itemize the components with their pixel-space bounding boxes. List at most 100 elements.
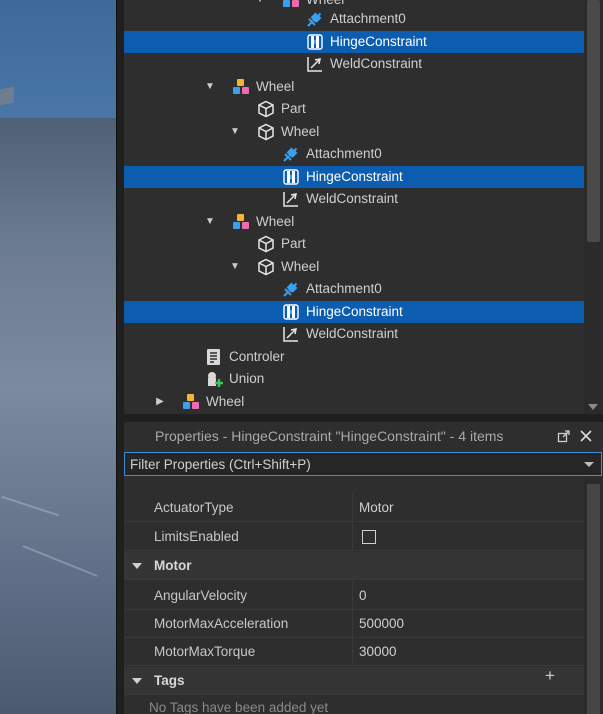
explorer-item[interactable]: HingeConstraint bbox=[124, 166, 584, 188]
property-row[interactable]: MotorMaxTorque 30000 bbox=[124, 638, 584, 666]
hinge-constraint-icon bbox=[282, 303, 300, 321]
explorer-item[interactable]: ▼ Wheel bbox=[124, 121, 584, 143]
model-icon bbox=[182, 393, 200, 411]
hinge-constraint-icon bbox=[282, 168, 300, 186]
category-label: Tags bbox=[154, 673, 185, 688]
explorer-item-label: Attachment0 bbox=[330, 11, 406, 26]
explorer-item[interactable]: Union bbox=[124, 368, 584, 390]
panel-splitter[interactable] bbox=[124, 414, 603, 422]
explorer-item[interactable]: HingeConstraint bbox=[124, 301, 584, 323]
expand-arrow-icon[interactable]: ▼ bbox=[229, 125, 241, 139]
tags-empty-message: No Tags have been added yet bbox=[149, 700, 329, 714]
explorer-item[interactable]: WeldConstraint bbox=[124, 53, 584, 75]
explorer-item[interactable]: Attachment0 bbox=[124, 8, 584, 30]
explorer-item[interactable]: Part bbox=[124, 233, 584, 255]
close-icon[interactable] bbox=[579, 429, 593, 443]
explorer-item-label: Wheel bbox=[206, 394, 245, 409]
expand-arrow-icon[interactable]: ▼ bbox=[204, 80, 216, 94]
property-row[interactable]: AngularVelocity 0 bbox=[124, 582, 584, 610]
property-value[interactable]: 500000 bbox=[359, 616, 404, 631]
explorer-scrollbar-thumb[interactable] bbox=[587, 0, 600, 242]
explorer-panel: ▼ Wheel Attachment0 HingeConstraint WeldCons… bbox=[124, 0, 603, 414]
expand-arrow-icon[interactable]: ▼ bbox=[254, 0, 266, 7]
viewport[interactable] bbox=[0, 0, 116, 714]
column-separator[interactable] bbox=[352, 494, 353, 522]
property-category-tags[interactable]: Tags + bbox=[124, 667, 584, 695]
expand-arrow-icon[interactable]: ▼ bbox=[204, 215, 216, 229]
column-separator[interactable] bbox=[352, 638, 353, 666]
attachment-icon bbox=[282, 280, 300, 298]
explorer-item-label: Union bbox=[229, 371, 265, 386]
filter-properties-input[interactable] bbox=[125, 453, 575, 475]
property-row[interactable]: LimitsEnabled bbox=[124, 523, 584, 551]
chevron-down-icon[interactable] bbox=[132, 678, 142, 684]
explorer-item[interactable]: Attachment0 bbox=[124, 278, 584, 300]
explorer-item[interactable]: ▼ Wheel bbox=[124, 256, 584, 278]
explorer-scrollbar[interactable] bbox=[584, 0, 603, 414]
explorer-item-label: Wheel bbox=[256, 79, 295, 94]
script-icon bbox=[205, 348, 223, 366]
scroll-down-arrow-icon[interactable] bbox=[588, 404, 598, 410]
property-row[interactable]: MotorMaxAcceleration 500000 bbox=[124, 610, 584, 638]
explorer-item-label: Wheel bbox=[281, 124, 320, 139]
expand-arrow-icon[interactable]: ▼ bbox=[229, 260, 241, 274]
viewport-divider[interactable] bbox=[116, 0, 124, 714]
weld-constraint-icon bbox=[282, 190, 300, 208]
property-name: MotorMaxTorque bbox=[154, 644, 256, 659]
explorer-item-label: Controler bbox=[229, 349, 285, 364]
chevron-down-icon[interactable] bbox=[132, 563, 142, 569]
union-icon bbox=[205, 370, 223, 388]
scene-object[interactable] bbox=[0, 86, 14, 106]
part-icon bbox=[257, 123, 275, 141]
explorer-item-label: Wheel bbox=[306, 0, 344, 8]
explorer-item[interactable]: WeldConstraint bbox=[124, 188, 584, 210]
explorer-item-label: Attachment0 bbox=[306, 146, 382, 161]
property-name: MotorMaxAcceleration bbox=[154, 616, 289, 631]
attachment-icon bbox=[282, 145, 300, 163]
model-icon bbox=[232, 213, 250, 231]
hinge-constraint-icon bbox=[306, 33, 324, 51]
explorer-item[interactable]: HingeConstraint bbox=[124, 31, 584, 53]
part-icon bbox=[257, 235, 275, 253]
explorer-item-label: Part bbox=[281, 236, 306, 251]
explorer-item[interactable]: Part bbox=[124, 98, 584, 120]
property-value[interactable]: 0 bbox=[359, 588, 367, 603]
properties-grid: ActuatorType Motor LimitsEnabled Motor Angul… bbox=[124, 478, 603, 714]
filter-properties[interactable] bbox=[124, 452, 602, 476]
collapse-arrow-icon[interactable]: ▶ bbox=[154, 395, 166, 409]
model-icon bbox=[232, 78, 250, 96]
property-name: AngularVelocity bbox=[154, 588, 248, 603]
explorer-item-label: Part bbox=[281, 101, 306, 116]
explorer-item[interactable]: WeldConstraint bbox=[124, 323, 584, 345]
properties-scrollbar-thumb[interactable] bbox=[587, 484, 600, 714]
weld-constraint-icon bbox=[282, 325, 300, 343]
add-tag-plus-icon[interactable]: + bbox=[543, 667, 557, 684]
attachment-icon bbox=[306, 10, 324, 28]
property-name: LimitsEnabled bbox=[154, 529, 239, 544]
properties-header: Properties - HingeConstraint "HingeConst… bbox=[124, 422, 603, 450]
undock-icon[interactable] bbox=[557, 429, 571, 443]
explorer-item[interactable]: ▼ Wheel bbox=[124, 211, 584, 233]
explorer-item-label: WeldConstraint bbox=[330, 56, 423, 71]
explorer-item-label: Attachment0 bbox=[306, 281, 382, 296]
part-icon bbox=[257, 100, 275, 118]
column-separator[interactable] bbox=[352, 610, 353, 638]
property-value[interactable]: 30000 bbox=[359, 644, 397, 659]
explorer-item[interactable]: ▼ Wheel bbox=[124, 76, 584, 98]
explorer-item[interactable]: Controler bbox=[124, 346, 584, 368]
limits-enabled-checkbox[interactable] bbox=[362, 530, 376, 544]
property-row[interactable]: ActuatorType Motor bbox=[124, 494, 584, 522]
column-separator[interactable] bbox=[352, 582, 353, 610]
explorer-item[interactable]: Attachment0 bbox=[124, 143, 584, 165]
properties-scrollbar[interactable] bbox=[584, 478, 603, 714]
part-icon bbox=[257, 258, 275, 276]
explorer-item-label: Wheel bbox=[256, 214, 295, 229]
explorer-item-label: Wheel bbox=[281, 259, 320, 274]
chevron-down-icon[interactable] bbox=[584, 462, 594, 467]
explorer-item-label: HingeConstraint bbox=[330, 34, 427, 49]
property-category-motor[interactable]: Motor bbox=[124, 552, 584, 580]
explorer-item-label: WeldConstraint bbox=[306, 326, 399, 341]
explorer-item[interactable]: ▶ Wheel bbox=[124, 391, 584, 413]
column-separator[interactable] bbox=[352, 523, 353, 551]
property-value[interactable]: Motor bbox=[359, 500, 394, 515]
